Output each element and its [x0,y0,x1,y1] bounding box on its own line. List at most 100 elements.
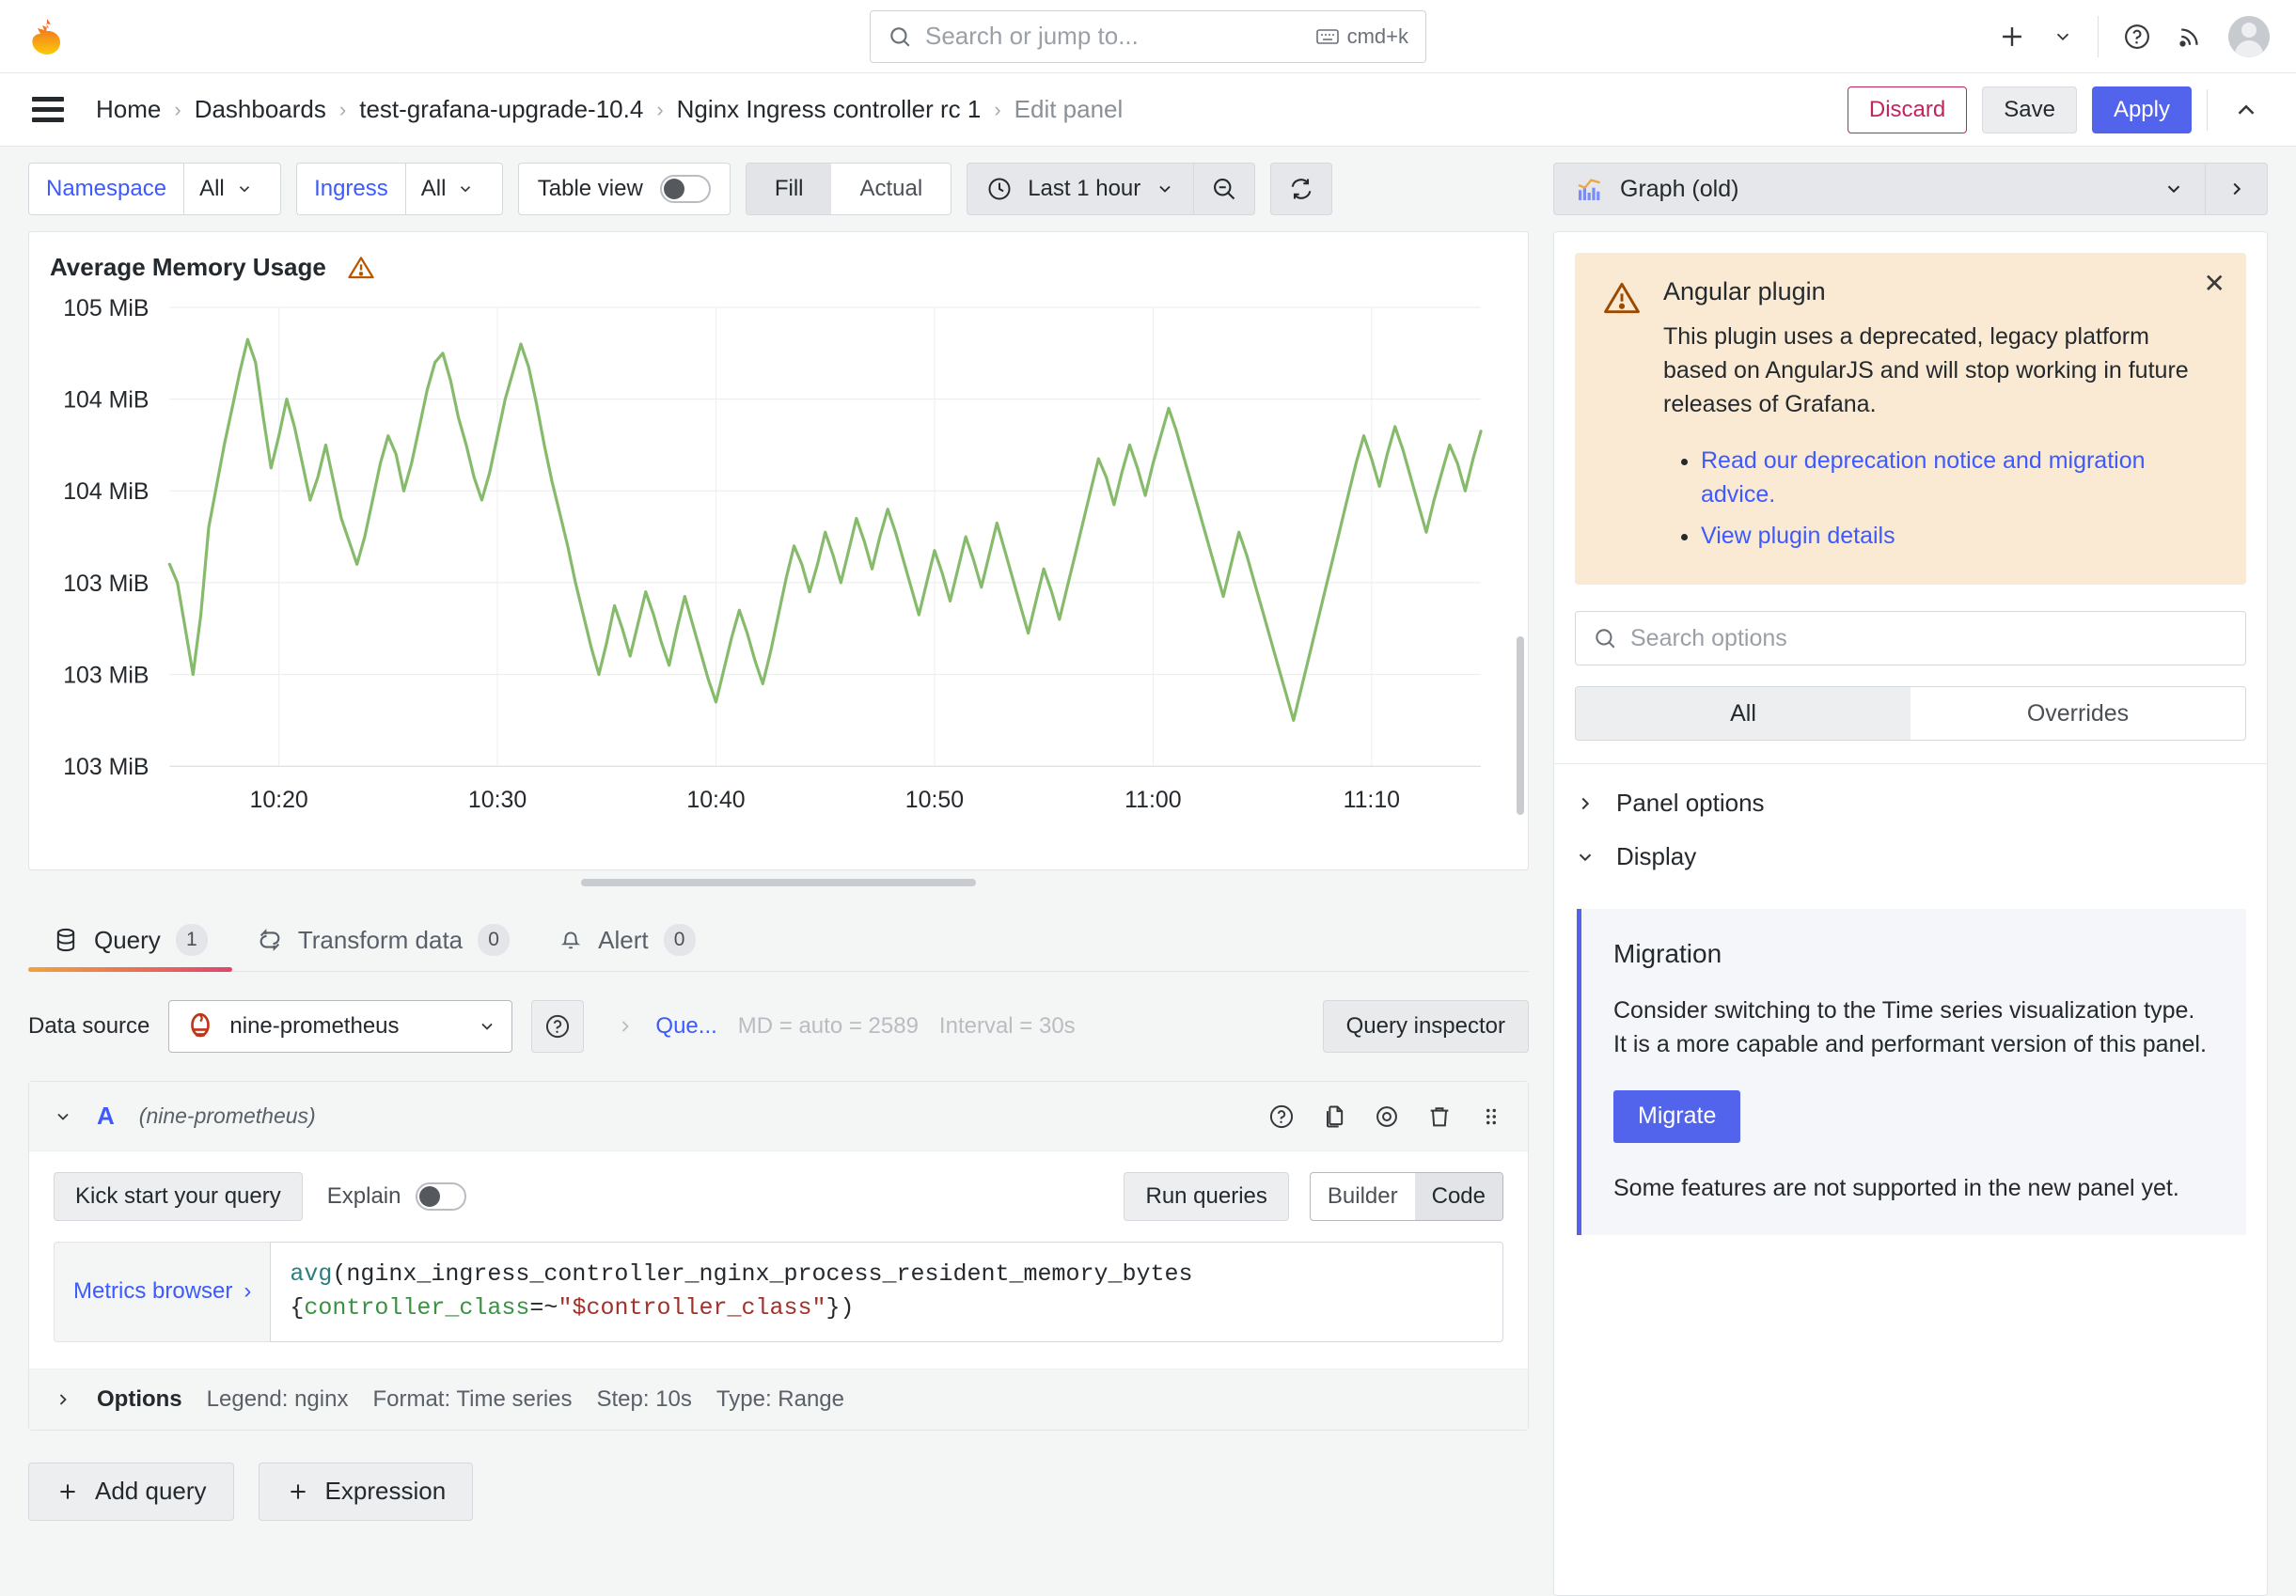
trash-icon[interactable] [1426,1103,1453,1130]
search-icon [1596,629,1615,649]
deprecation-notice-link[interactable]: Read our deprecation notice and migratio… [1701,447,2146,508]
chevron-right-icon [2233,182,2241,196]
variable-namespace-label[interactable]: Namespace [28,163,184,215]
close-icon[interactable]: ✕ [2204,268,2225,299]
refresh-button[interactable] [1270,163,1333,215]
save-button[interactable]: Save [1982,86,2077,133]
breadcrumb-item-dashboards[interactable]: Dashboards [195,95,326,124]
variable-namespace: Namespace All [28,163,282,215]
rss-icon[interactable] [2176,23,2204,51]
duplicate-icon[interactable] [1321,1103,1347,1130]
datasource-picker[interactable]: nine-prometheus [168,1000,513,1053]
breadcrumb-item-dashboard[interactable]: Nginx Ingress controller rc 1 [677,95,982,124]
hamburger-menu-icon[interactable] [32,97,64,122]
view-plugin-details-link[interactable]: View plugin details [1701,523,1895,549]
breadcrumb-item-folder[interactable]: test-grafana-upgrade-10.4 [359,95,643,124]
options-pane: Angular plugin This plugin uses a deprec… [1553,231,2268,1596]
tab-all[interactable]: All [1576,687,1911,740]
plus-icon[interactable] [1996,21,2028,53]
datasource-row: Data source nine-prometheus Que... MD = … [28,1000,1529,1053]
table-view-switch[interactable] [659,175,711,203]
panel-horizontal-scrollbar[interactable] [29,879,1528,888]
tab-alert-count: 0 [663,924,696,956]
fill-option[interactable]: Fill [746,164,832,214]
options-pane-toggle[interactable] [2205,164,2267,214]
eye-icon[interactable] [1374,1103,1400,1130]
tab-alert[interactable]: Alert 0 [534,924,719,971]
global-search-input[interactable]: Search or jump to... cmd+k [870,9,1426,63]
tab-query[interactable]: Query 1 [28,924,232,972]
visualization-panel: Average Memory Usage 105 MiB 104 MiB 104 M… [28,231,1529,886]
builder-option[interactable]: Builder [1311,1173,1415,1220]
tab-overrides[interactable]: Overrides [1911,687,2245,740]
panel-edit-main: Average Memory Usage 105 MiB 104 MiB 104 M… [0,231,2296,1596]
y-axis-tick-label: 103 MiB [63,663,149,689]
refresh-icon [1291,179,1312,199]
migrate-button[interactable]: Migrate [1613,1089,1741,1143]
warning-triangle-icon[interactable] [347,254,375,282]
table-view-toggle[interactable]: Table view [517,163,731,215]
kbd-shortcut-label: cmd+k [1346,23,1408,48]
chevron-down-icon [1159,185,1171,193]
section-display[interactable]: Display [1554,842,2267,896]
panel-edit-tabs: Query 1 Transform data 0 Alert 0 [28,906,1529,972]
tab-transform-data[interactable]: Transform data 0 [232,924,534,971]
query-options-row[interactable]: Options Legend: nginx Format: Time serie… [29,1368,1528,1430]
warning-triangle-icon [1601,277,1643,560]
discard-button[interactable]: Discard [1847,86,1968,133]
zoom-out-icon[interactable] [1193,164,1254,214]
help-circle-icon[interactable] [1268,1103,1295,1130]
breadcrumb-item-home[interactable]: Home [96,95,161,124]
explain-switch[interactable] [416,1182,467,1211]
y-axis-tick-label: 103 MiB [63,571,149,597]
search-options-input[interactable]: Search options [1575,611,2246,665]
visualization-picker-button[interactable]: Graph (old) [1554,164,2205,214]
code-paren-open: ( [332,1260,347,1288]
divider [2207,88,2208,131]
variable-ingress-select[interactable]: All [404,163,503,215]
breadcrumb-item-current: Edit panel [1014,95,1124,123]
drag-handle-icon[interactable] [1479,1104,1503,1129]
plus-icon [60,1483,75,1499]
chart-series-line [167,337,1483,722]
chevron-down-icon [239,186,249,193]
chevron-down-icon[interactable] [54,1107,72,1126]
chevron-right-icon[interactable] [616,1017,635,1036]
promql-code-editor[interactable]: avg(nginx_ingress_controller_nginx_proce… [270,1242,1503,1342]
visualization-picker: Graph (old) [1553,163,2268,215]
tab-transform-label: Transform data [297,925,464,954]
query-ref-id[interactable]: A [97,1102,115,1131]
x-axis-tick-label: 11:10 [1344,787,1400,813]
time-series-chart[interactable]: 105 MiB 104 MiB 104 MiB 103 MiB 103 MiB 103 M… [29,295,1490,822]
time-range-button[interactable]: Last 1 hour [967,164,1193,214]
grafana-logo-icon[interactable] [28,18,66,55]
chevron-down-icon[interactable] [2052,26,2073,47]
list-item: View plugin details [1701,519,2220,553]
add-expression-button[interactable]: Expression [258,1462,474,1521]
bell-icon [560,931,581,949]
section-panel-options[interactable]: Panel options [1554,764,2267,842]
query-inspector-button[interactable]: Query inspector [1322,1000,1529,1053]
actual-option[interactable]: Actual [831,164,951,214]
help-circle-icon[interactable] [2123,23,2151,51]
panel-scrollbar[interactable] [1517,636,1524,815]
query-options-label[interactable]: Que... [655,1013,716,1040]
add-query-button[interactable]: Add query [28,1462,234,1521]
query-row-actions [1268,1103,1503,1130]
apply-button[interactable]: Apply [2091,86,2192,133]
datasource-help-button[interactable] [531,1000,585,1053]
alert-title: Angular plugin [1663,277,1826,305]
chevron-right-icon[interactable] [54,1390,72,1409]
metrics-browser-button[interactable]: Metrics browser › [54,1242,271,1342]
variable-namespace-select[interactable]: All [183,163,282,215]
chevron-up-icon[interactable] [2223,96,2270,124]
breadcrumb-bar: Home › Dashboards › test-grafana-upgrade… [0,73,2296,147]
explain-toggle[interactable]: Explain [327,1182,467,1211]
kick-start-query-button[interactable]: Kick start your query [54,1172,303,1221]
avatar[interactable] [2228,15,2270,57]
run-queries-button[interactable]: Run queries [1124,1172,1289,1221]
variable-ingress-label[interactable]: Ingress [296,163,405,215]
code-option[interactable]: Code [1414,1173,1502,1220]
query-row-header: A (nine-prometheus) [29,1082,1528,1151]
chevron-right-icon [1575,793,1596,814]
